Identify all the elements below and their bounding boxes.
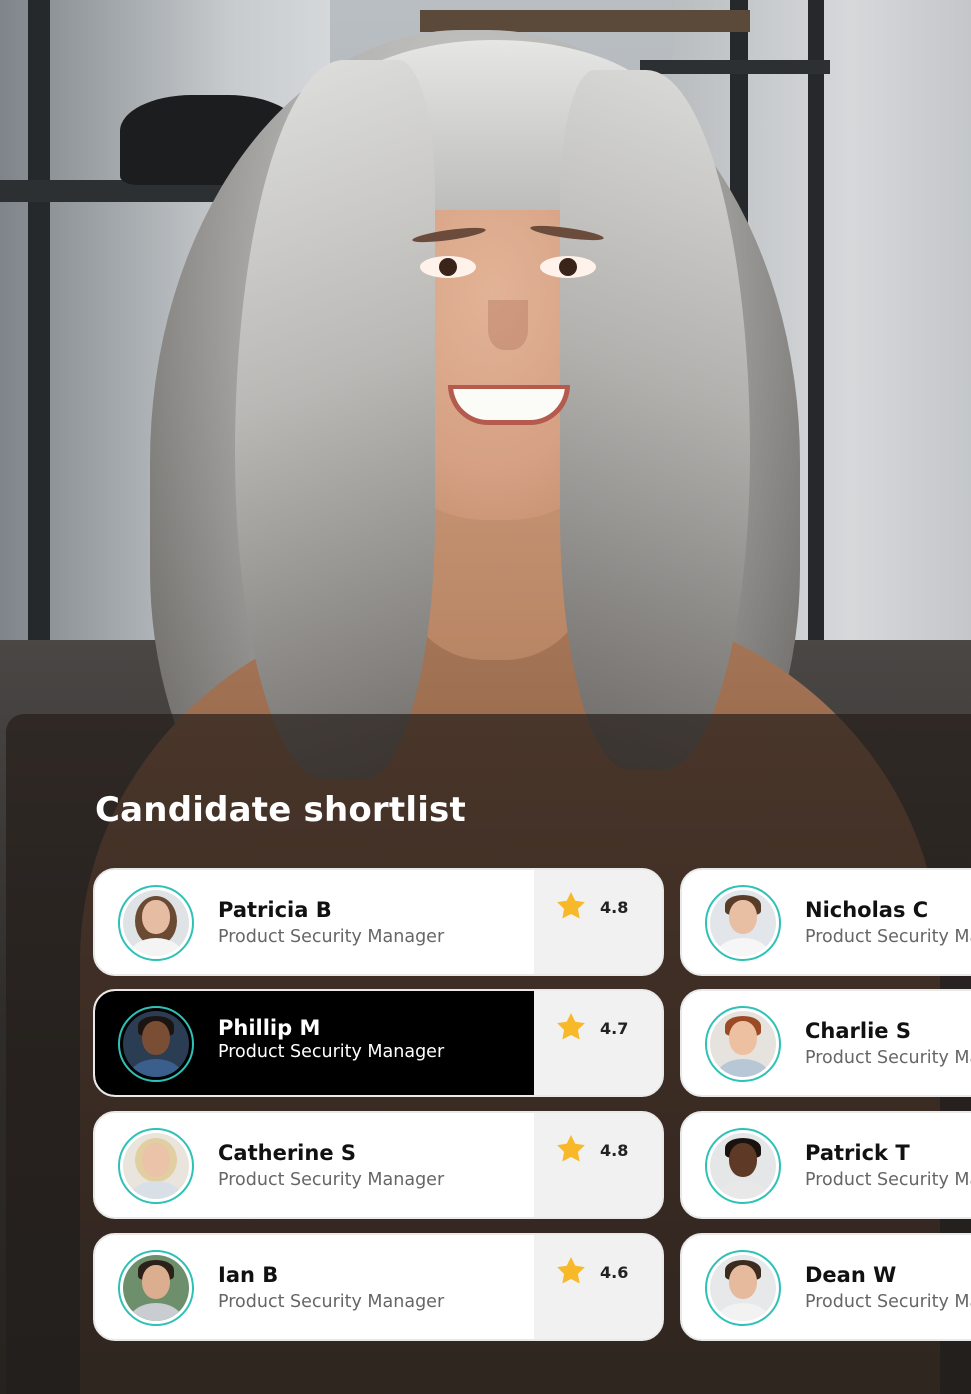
shelf-box [420, 10, 750, 32]
candidate-card-selected[interactable]: 4.7 Phillip M Product Security Manager [93, 989, 664, 1097]
candidate-name: Nicholas C [805, 898, 929, 922]
rating-box: 4.6 [534, 1235, 662, 1339]
star-icon [557, 892, 585, 919]
rating-value: 4.8 [600, 898, 629, 917]
avatar [705, 885, 781, 961]
avatar [118, 885, 194, 961]
candidate-card[interactable]: 4.6 Ian B Product Security Manager [93, 1233, 664, 1341]
candidate-role: Product Security Manager [218, 1042, 445, 1062]
rating-value: 4.8 [600, 1141, 629, 1160]
candidate-name: Patrick T [805, 1141, 910, 1165]
candidate-role: Product Security Manager [805, 1048, 971, 1068]
candidate-name: Charlie S [805, 1019, 911, 1043]
avatar [118, 1006, 194, 1082]
rating-box: 4.8 [534, 1113, 662, 1217]
shelf-bar [640, 60, 830, 74]
candidate-role: Product Security Manager [218, 927, 445, 947]
rating-value: 4.6 [600, 1263, 629, 1282]
avatar [705, 1006, 781, 1082]
nose [488, 300, 528, 350]
star-icon [557, 1135, 585, 1162]
candidate-name: Dean W [805, 1263, 897, 1287]
star-icon [557, 1257, 585, 1284]
rating-box: 4.8 [534, 870, 662, 974]
candidate-role: Product Security Manager [805, 1292, 971, 1312]
avatar [705, 1250, 781, 1326]
candidate-name: Phillip M [218, 1016, 321, 1040]
candidate-card[interactable]: 4.8 Patricia B Product Security Manager [93, 868, 664, 976]
rating-value: 4.7 [600, 1019, 629, 1038]
rating-box: 4.7 [534, 991, 662, 1095]
candidate-role: Product Security Manager [805, 927, 971, 947]
candidate-name: Catherine S [218, 1141, 356, 1165]
candidate-name: Patricia B [218, 898, 332, 922]
star-icon [557, 1013, 585, 1040]
candidate-role: Product Security Manager [805, 1170, 971, 1190]
eye [420, 256, 476, 278]
candidate-card[interactable]: 4.8 Catherine S Product Security Manager [93, 1111, 664, 1219]
candidate-role: Product Security Manager [218, 1292, 445, 1312]
candidate-name: Ian B [218, 1263, 279, 1287]
candidate-card[interactable]: Dean W Product Security Manager [680, 1233, 971, 1341]
avatar [118, 1128, 194, 1204]
eye [540, 256, 596, 278]
candidate-card[interactable]: Nicholas C Product Security Manager [680, 868, 971, 976]
candidate-role: Product Security Manager [218, 1170, 445, 1190]
panel-title: Candidate shortlist [95, 790, 466, 830]
candidate-card[interactable]: Patrick T Product Security Manager [680, 1111, 971, 1219]
avatar [118, 1250, 194, 1326]
avatar [705, 1128, 781, 1204]
candidate-card[interactable]: Charlie S Product Security Manager [680, 989, 971, 1097]
shelf-post [808, 0, 824, 640]
